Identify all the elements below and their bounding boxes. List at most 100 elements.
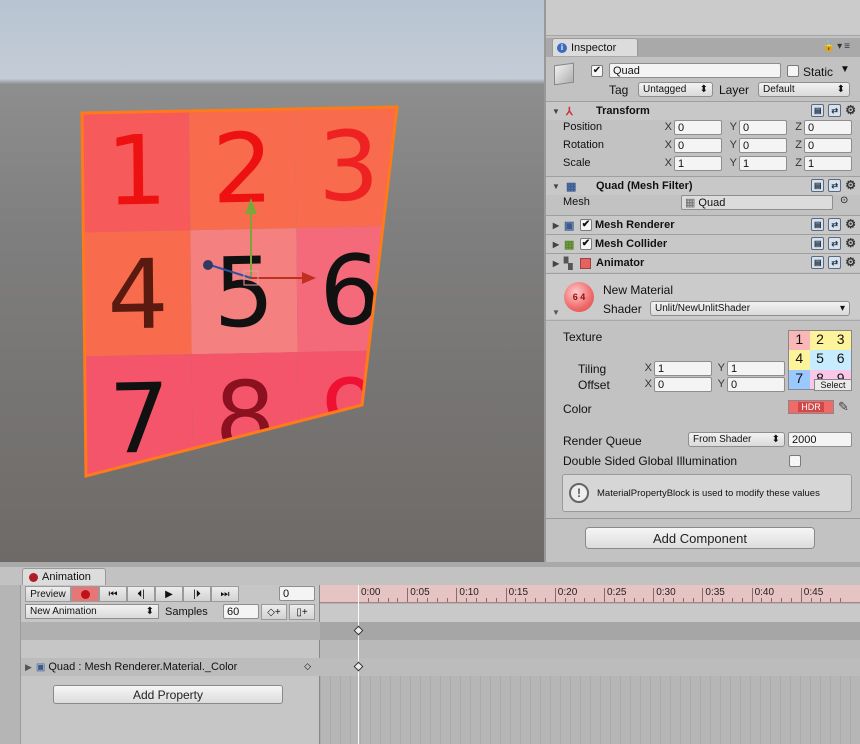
property-key-icon[interactable]: ◇ [304,661,311,672]
tab-animation[interactable]: Animation [22,568,106,585]
first-key-button[interactable]: ⏮ [99,586,127,602]
shader-dropdown[interactable]: Unlit/NewUnlitShader ▾ [650,301,850,316]
mesh-renderer-header[interactable]: ▶ ▣ ✔ Mesh Renderer ▤ ⇄ ⚙ [546,215,860,234]
material-header[interactable]: 6 4 ▼ New Material Shader Unlit/NewUnlit… [546,273,860,319]
transform-x-field[interactable]: 0 [674,120,722,135]
foldout-closed-icon[interactable]: ▶ [550,221,562,230]
transform-y-field[interactable]: 1 [739,156,787,171]
layer-dropdown[interactable]: Default ⬍ [758,82,850,97]
prev-key-button[interactable]: ⏴| [127,586,155,602]
summary-row [21,622,321,640]
object-picker-icon[interactable]: ⊙ [840,195,848,206]
preset-icon[interactable]: ⇄ [828,104,842,117]
help-book-icon[interactable]: ▤ [811,218,825,231]
preset-icon[interactable]: ⇄ [828,179,842,192]
foldout-closed-icon[interactable]: ▶ [550,240,562,249]
scene-canvas[interactable]: 1 2 34 5 67 8 9 [0,0,544,562]
transform-y-field[interactable]: 0 [739,138,787,153]
help-book-icon[interactable]: ▤ [811,237,825,250]
help-book-icon[interactable]: ▤ [811,104,825,117]
dsgi-label: Double Sided Global Illumination [563,454,738,468]
transform-header[interactable]: ▼ ⅄ Transform ▤ ⇄ ⚙ [546,101,860,120]
gear-icon[interactable]: ⚙ [845,237,856,250]
tiling-x-field[interactable]: 1 [654,361,712,376]
render-queue-dropdown[interactable]: From Shader ⬍ [688,432,785,447]
tag-label: Tag [609,83,629,97]
add-keyframe-button[interactable]: ◇+ [261,604,287,620]
gear-icon[interactable]: ⚙ [845,104,856,117]
static-label[interactable]: Static [803,65,833,79]
texture-select-button[interactable]: Select [814,379,852,391]
lock-menu-icon[interactable]: 🔒▾≡ [823,41,852,52]
transform-x-value: 1 [678,157,685,170]
render-queue-mode: From Shader [693,434,752,445]
help-book-icon[interactable]: ▤ [811,179,825,192]
frame-field[interactable]: 0 [279,586,315,601]
add-property-button[interactable]: Add Property [53,685,283,704]
play-button[interactable]: ▶ [155,586,183,602]
tag-layer-row: Tag Untagged ⬍ Layer Default ⬍ [546,82,860,98]
gear-icon[interactable]: ⚙ [845,256,856,269]
tab-inspector[interactable]: i Inspector [552,38,638,56]
transform-z-field[interactable]: 0 [804,138,852,153]
quad-mesh[interactable]: 1 2 34 5 67 8 9 [83,102,405,480]
quad-tile-number: 7 [108,362,170,475]
add-component-button[interactable]: Add Component [585,527,815,549]
add-event-button[interactable]: ▯+ [289,604,315,620]
preview-button[interactable]: Preview [25,586,71,602]
samples-field[interactable]: 60 [223,604,259,619]
ruler-minor-tick [731,598,733,602]
animator-header[interactable]: ▶ ▚ Animator ▤ ⇄ ⚙ [546,253,860,272]
render-queue-field[interactable]: 2000 [788,432,852,447]
object-name-field[interactable]: Quad [609,63,781,78]
gizmo-z-handle-icon[interactable] [203,260,213,270]
ruler-minor-tick [810,598,812,602]
ruler-minor-tick [771,598,773,602]
tag-dropdown[interactable]: Untagged ⬍ [638,82,713,97]
last-key-button[interactable]: ⏭ [211,586,239,602]
next-key-button[interactable]: |⏵ [183,586,211,602]
material-foldout-icon[interactable]: ▼ [552,308,560,317]
active-checkbox[interactable]: ✔ [591,65,603,77]
dsgi-checkbox[interactable] [789,455,801,467]
hdr-label: HDR [798,402,824,412]
animation-tab-icon [29,572,38,582]
preset-icon[interactable]: ⇄ [828,218,842,231]
x-axis-label: X [664,157,672,169]
foldout-closed-icon[interactable]: ▶ [550,259,562,268]
property-row[interactable]: ▶ ▣ Quad : Mesh Renderer.Material._Color… [21,658,321,676]
time-ruler[interactable]: 0:00 0:05 0:10 0:15 0:20 0:25 0:30 0:35 0:40 0:45 [320,585,860,603]
help-book-icon[interactable]: ▤ [811,256,825,269]
mesh-renderer-enabled-checkbox[interactable]: ✔ [580,219,592,231]
gear-icon[interactable]: ⚙ [845,179,856,192]
mesh-collider-header[interactable]: ▶ ▦ ✔ Mesh Collider ▤ ⇄ ⚙ [546,234,860,253]
y-axis-label: Y [729,157,737,169]
color-swatch-field[interactable]: HDR [788,400,834,414]
thumb-cell: 6 [830,350,851,370]
transform-z-field[interactable]: 0 [804,120,852,135]
mesh-collider-enabled-checkbox[interactable]: ✔ [580,238,592,250]
clip-dropdown[interactable]: New Animation ⬍ [25,604,159,619]
transform-y-field[interactable]: 0 [739,120,787,135]
preset-icon[interactable]: ⇄ [828,237,842,250]
tiling-y-field[interactable]: 1 [727,361,785,376]
preset-icon[interactable]: ⇄ [828,256,842,269]
ruler-major-tick [800,588,802,602]
dopesheet-timeline[interactable]: 0:00 0:05 0:10 0:15 0:20 0:25 0:30 0:35 0:40 0:45 [320,585,860,744]
mesh-filter-header[interactable]: ▼ ▦ Quad (Mesh Filter) ▤ ⇄ ⚙ [546,176,860,195]
static-checkbox[interactable] [787,65,799,77]
transform-x-field[interactable]: 0 [674,138,722,153]
scene-view[interactable]: 123456789 [0,0,544,562]
foldout-open-icon[interactable]: ▼ [550,107,562,116]
transform-z-field[interactable]: 1 [804,156,852,171]
offset-y-field[interactable]: 0 [727,377,785,392]
transform-x-field[interactable]: 1 [674,156,722,171]
foldout-open-icon[interactable]: ▼ [550,182,562,191]
mesh-object-field[interactable]: ▦ Quad [681,195,833,210]
eyedropper-icon[interactable]: ✎ [838,399,849,415]
gear-icon[interactable]: ⚙ [845,218,856,231]
static-dropdown-icon[interactable]: ▼ [840,64,850,75]
offset-x-field[interactable]: 0 [654,377,712,392]
record-button[interactable] [71,586,99,602]
property-foldout-icon[interactable]: ▶ [25,662,32,673]
